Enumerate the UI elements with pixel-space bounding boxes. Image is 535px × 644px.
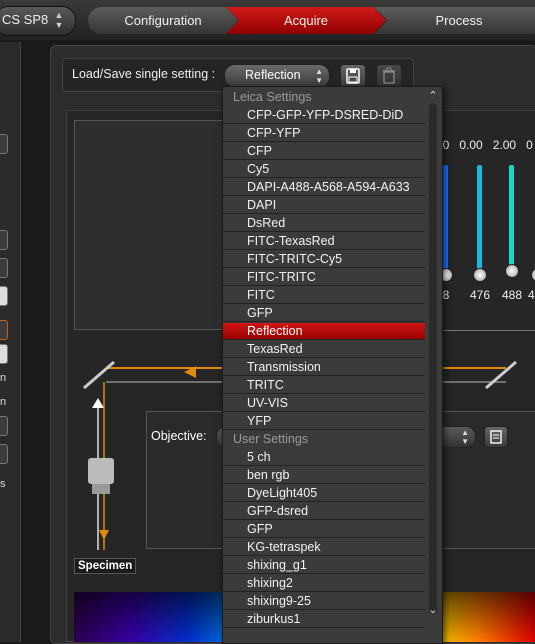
left-fragment: n — [0, 396, 7, 408]
dropdown-group-header: User Settings — [233, 432, 309, 446]
dropdown-item[interactable]: CFP — [223, 143, 425, 160]
dropdown-item[interactable]: shixing9-25 — [223, 593, 425, 610]
objective-label: Objective: — [151, 429, 207, 443]
dropdown-item[interactable]: Cy5 — [223, 161, 425, 178]
specimen-label: Specimen — [74, 558, 137, 574]
chevron-up-icon[interactable]: ⌃ — [426, 89, 440, 103]
dropdown-item[interactable]: FITC-TRITC-Cy5 — [223, 251, 425, 268]
laser-power-values: 00 0.00 2.00 0 — [436, 138, 533, 152]
dropdown-item[interactable]: DAPI — [223, 197, 425, 214]
dropdown-item[interactable]: YFP — [223, 413, 425, 430]
left-fragment: s — [0, 478, 6, 490]
left-control[interactable] — [0, 444, 8, 464]
setting-dropdown: ⌃ ⌄ Leica Settings CFP-GFP-YFP-DSRED-DiD C… — [222, 86, 443, 644]
objective-settings-icon — [490, 430, 502, 444]
left-panel: n n s — [0, 42, 21, 642]
laser-power-value: 0.00 — [459, 138, 483, 152]
dropdown-scrollbar[interactable] — [429, 103, 437, 613]
dropdown-item[interactable]: shixing2 — [223, 575, 425, 592]
save-button[interactable] — [340, 64, 366, 88]
dropdown-item[interactable]: Transmission — [223, 359, 425, 376]
left-control[interactable] — [0, 134, 8, 154]
left-control[interactable] — [0, 320, 8, 340]
left-control[interactable] — [0, 416, 8, 436]
dropdown-item[interactable]: GFP-dsred — [223, 503, 425, 520]
dropdown-item[interactable]: GFP — [223, 305, 425, 322]
dropdown-group-header: Leica Settings — [233, 90, 312, 104]
laser-slider-track[interactable] — [509, 165, 514, 270]
objective-settings-button[interactable] — [484, 426, 508, 448]
dropdown-item[interactable]: FITC — [223, 287, 425, 304]
select-spin-icon: ▲ ▼ — [315, 67, 323, 85]
left-control[interactable] — [0, 286, 8, 306]
laser-wavelength: 476 — [470, 288, 491, 302]
dropdown-item[interactable]: CFP-YFP — [223, 125, 425, 142]
trash-icon — [383, 67, 395, 84]
laser-slider-knob[interactable] — [505, 264, 519, 278]
scope-label: CS SP8 — [2, 12, 49, 27]
laser-power-value: 2.00 — [492, 138, 517, 152]
dropdown-item[interactable]: DyeLight405 — [223, 485, 425, 502]
workflow-steps: Configuration Acquire Process — [88, 7, 535, 34]
floppy-disk-icon — [346, 68, 360, 84]
dropdown-item[interactable]: FITC-TexasRed — [223, 233, 425, 250]
load-save-label: Load/Save single setting : — [72, 67, 216, 81]
objective-spin-icon: ▲ ▼ — [461, 428, 469, 446]
laser-power-value: 0 — [526, 138, 533, 152]
dropdown-item[interactable]: GFP — [223, 521, 425, 538]
scope-spin-icon[interactable]: ▲ ▼ — [50, 10, 68, 32]
preview-box — [74, 120, 236, 330]
left-control[interactable] — [0, 258, 8, 278]
dropdown-item[interactable]: 5 ch — [223, 449, 425, 466]
left-fragment: n — [0, 372, 7, 384]
dropdown-item[interactable]: DsRed — [223, 215, 425, 232]
delete-button[interactable] — [376, 64, 402, 88]
dropdown-item[interactable]: Reflection — [223, 323, 425, 340]
dropdown-item[interactable]: TexasRed — [223, 341, 425, 358]
dropdown-item[interactable]: CFP-GFP-YFP-DSRED-DiD — [223, 107, 425, 124]
dropdown-item[interactable]: TRITC — [223, 377, 425, 394]
setting-select[interactable]: Reflection ▲ ▼ — [224, 64, 330, 88]
tab-process[interactable]: Process — [374, 7, 535, 34]
dropdown-item[interactable]: shixing_g1 — [223, 557, 425, 574]
setting-select-value: Reflection — [245, 68, 301, 82]
laser-wavelength: 4 — [528, 288, 535, 302]
dropdown-item[interactable]: UV-VIS — [223, 395, 425, 412]
laser-slider-track[interactable] — [477, 165, 482, 270]
dropdown-item[interactable]: ziburkus1 — [223, 611, 425, 628]
dropdown-item[interactable]: KG-tetraspek — [223, 539, 425, 556]
laser-wavelength: 488 — [502, 288, 523, 302]
dropdown-item[interactable]: DAPI-A488-A568-A594-A633 — [223, 179, 425, 196]
dropdown-item[interactable]: FITC-TRITC — [223, 269, 425, 286]
left-control[interactable] — [0, 344, 8, 364]
laser-slider-track[interactable] — [443, 165, 448, 270]
tab-configuration[interactable]: Configuration — [88, 7, 238, 34]
dropdown-item[interactable]: ben rgb — [223, 467, 425, 484]
chevron-down-icon[interactable]: ⌄ — [426, 603, 440, 617]
laser-slider-knob[interactable] — [473, 268, 487, 282]
left-control[interactable] — [0, 230, 8, 250]
tab-acquire[interactable]: Acquire — [226, 7, 386, 34]
